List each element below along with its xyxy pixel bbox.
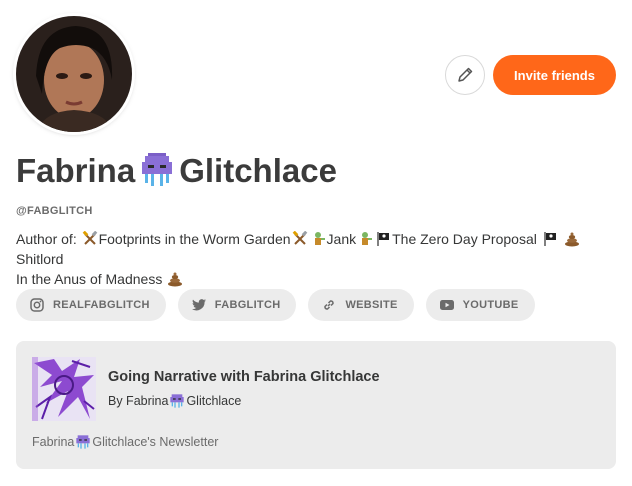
bio-line-2: In the Anus of Madness bbox=[16, 271, 163, 287]
publication-card[interactable]: Going Narrative with Fabrina Glitchlace … bbox=[16, 341, 616, 469]
bio-work-2: Jank bbox=[326, 231, 357, 247]
pirate-flag-icon bbox=[377, 232, 390, 246]
pencil-icon bbox=[458, 67, 473, 82]
publication-thumbnail bbox=[32, 357, 96, 421]
poop-icon bbox=[564, 232, 579, 247]
youtube-icon bbox=[439, 300, 454, 310]
hammer-pick-icon bbox=[292, 231, 307, 245]
edit-profile-button[interactable] bbox=[445, 55, 485, 95]
publication-newsletter: Fabrina Glitchlace's Newsletter bbox=[32, 434, 218, 450]
twitter-icon bbox=[191, 299, 206, 311]
bio-prefix: Author of: bbox=[16, 231, 81, 247]
pirate-flag-icon bbox=[543, 232, 556, 246]
social-label: REALFABGLITCH bbox=[53, 299, 150, 311]
invite-friends-button[interactable]: Invite friends bbox=[493, 55, 616, 95]
publication-title[interactable]: Going Narrative with Fabrina Glitchlace bbox=[108, 369, 380, 385]
profile-name: Fabrina Glitchlace bbox=[16, 152, 337, 190]
profile-avatar[interactable] bbox=[16, 16, 132, 132]
zombie-icon bbox=[362, 232, 373, 245]
hammer-pick-icon bbox=[82, 231, 97, 245]
space-invader-icon bbox=[76, 435, 91, 449]
avatar-photo bbox=[16, 16, 132, 132]
bio-work-3: The Zero Day Proposal bbox=[392, 231, 537, 247]
social-link-twitter[interactable]: FABGLITCH bbox=[177, 289, 297, 321]
social-link-website[interactable]: WEBSITE bbox=[308, 289, 414, 321]
social-link-instagram[interactable]: REALFABGLITCH bbox=[16, 289, 166, 321]
social-label: YOUTUBE bbox=[462, 299, 519, 311]
zombie-icon bbox=[314, 232, 325, 245]
social-label: FABGLITCH bbox=[214, 299, 281, 311]
name-last: Glitchlace bbox=[179, 152, 337, 189]
newsletter-suffix: Glitchlace's Newsletter bbox=[92, 435, 219, 449]
profile-handle: @FABGLITCH bbox=[16, 205, 93, 217]
bio-work-4: Shitlord bbox=[16, 251, 64, 267]
social-link-youtube[interactable]: YOUTUBE bbox=[425, 289, 535, 321]
profile-bio: Author of: Footprints in the Worm Garden… bbox=[16, 229, 620, 289]
byline-suffix: Glitchlace bbox=[186, 394, 242, 408]
space-invader-icon bbox=[142, 153, 173, 186]
social-links: REALFABGLITCH FABGLITCH WEBSITE YOUTUBE bbox=[16, 289, 535, 321]
space-invader-icon bbox=[170, 394, 185, 408]
newsletter-prefix: Fabrina bbox=[32, 435, 75, 449]
byline-prefix: By Fabrina bbox=[108, 394, 169, 408]
social-label: WEBSITE bbox=[345, 299, 398, 311]
publication-byline: By Fabrina Glitchlace bbox=[108, 393, 241, 409]
instagram-icon bbox=[30, 298, 44, 312]
link-icon bbox=[324, 300, 335, 310]
name-first: Fabrina bbox=[16, 152, 136, 189]
poop-icon bbox=[168, 272, 183, 287]
bio-work-1: Footprints in the Worm Garden bbox=[98, 231, 291, 247]
